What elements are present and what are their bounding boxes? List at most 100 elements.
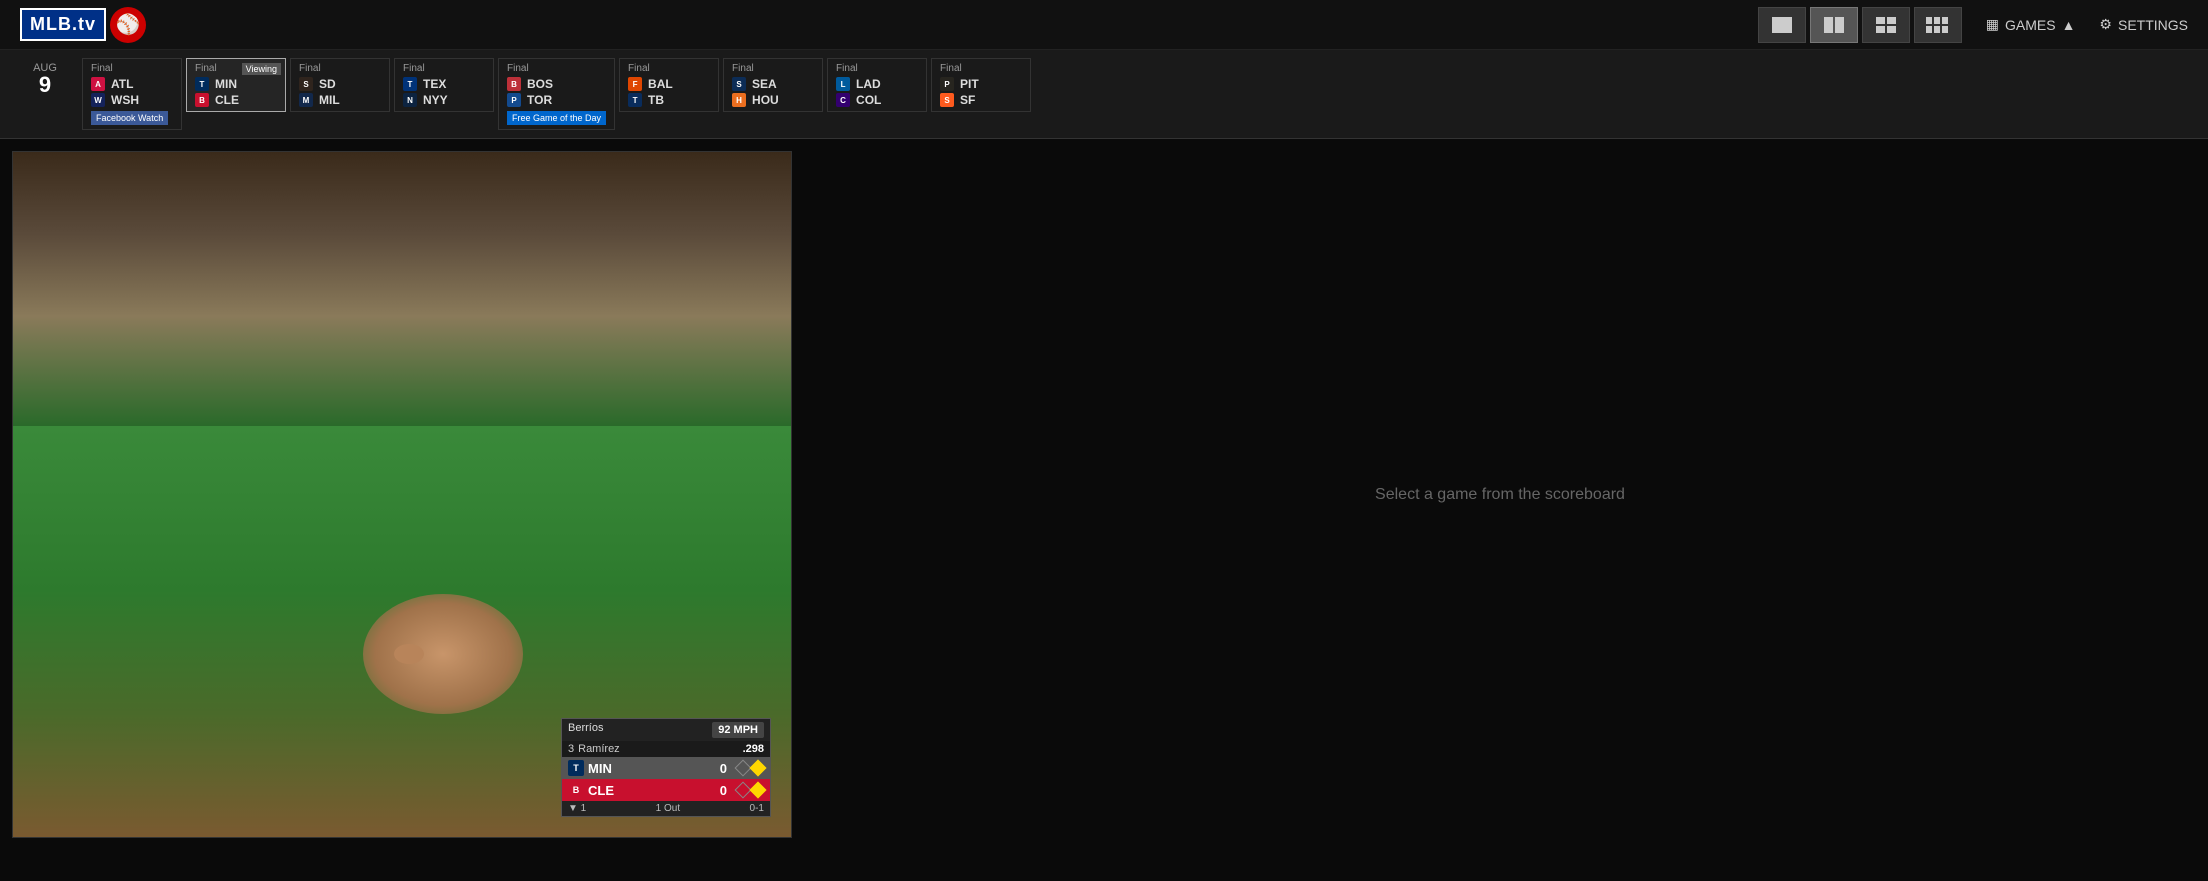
right-panel: Select a game from the scoreboard (792, 139, 2208, 850)
pitch-speed: 92 MPH (712, 722, 764, 738)
bases (737, 762, 764, 774)
game-team: S SD (299, 77, 381, 91)
game-card-tex-nyy[interactable]: Final T TEX N NYY (394, 58, 494, 112)
date-day: 9 (39, 74, 51, 96)
game-card-pit-sf[interactable]: Final P PIT S SF (931, 58, 1031, 112)
double-view-button[interactable] (1810, 7, 1858, 43)
pitcher-name: Berríos (568, 722, 603, 738)
team-abbr: SD (319, 77, 349, 91)
atl-logo: A (91, 77, 105, 91)
team-abbr: TEX (423, 77, 453, 91)
home-team-score: 0 (720, 783, 727, 798)
game-card-min-cle[interactable]: Final Viewing T MIN B CLE (186, 58, 286, 112)
game-team: S SF (940, 93, 1022, 107)
game-status: Final (940, 63, 1022, 74)
game-teams: S SD M MIL (299, 77, 381, 107)
header-nav: ▦ GAMES ▲ ⚙ SETTINGS (1758, 7, 2188, 43)
sf-logo: S (940, 93, 954, 107)
game-team: T TB (628, 93, 710, 107)
game-team: A ATL (91, 77, 173, 91)
quad-view-button[interactable] (1862, 7, 1910, 43)
free-game-badge: Free Game of the Day (507, 111, 606, 125)
base-empty (750, 782, 767, 799)
away-team-score: 0 (720, 761, 727, 776)
team-abbr: BAL (648, 77, 678, 91)
game-status: Final (836, 63, 918, 74)
cle-logo: B (195, 93, 209, 107)
batter-name: Ramírez (578, 743, 620, 755)
game-card-bal-tb[interactable]: Final F BAL T TB (619, 58, 719, 112)
sea-logo: S (732, 77, 746, 91)
gear-icon: ⚙ (2099, 16, 2112, 33)
game-team: L LAD (836, 77, 918, 91)
team-abbr: TB (648, 93, 678, 107)
home-team-row: B CLE 0 (562, 779, 770, 801)
game-team: P TOR (507, 93, 606, 107)
games-icon: ▦ (1986, 16, 1999, 33)
logo[interactable]: MLB.tv ⚾ (20, 7, 146, 43)
double-view-icon (1822, 15, 1846, 35)
team-abbr: BOS (527, 77, 557, 91)
cle-score-logo: B (568, 782, 584, 798)
game-teams: L LAD C COL (836, 77, 918, 107)
pit-logo: P (940, 77, 954, 91)
game-card-atl-wsh[interactable]: Final A ATL W WSH Facebook Watch (82, 58, 182, 130)
game-card-lad-col[interactable]: Final L LAD C COL (827, 58, 927, 112)
team-abbr: SF (960, 93, 990, 107)
team-abbr: NYY (423, 93, 453, 107)
game-status: Final (628, 63, 710, 74)
game-team: T MIN (195, 77, 277, 91)
away-team-row: T MIN 0 (562, 757, 770, 779)
settings-nav[interactable]: ⚙ SETTINGS (2099, 16, 2188, 33)
game-card-bos-tor[interactable]: Final B BOS P TOR Free Game of the Day (498, 58, 615, 130)
game-team: S SEA (732, 77, 814, 91)
game-status: Final (732, 63, 814, 74)
tb-logo: T (628, 93, 642, 107)
single-view-button[interactable] (1758, 7, 1806, 43)
hex-view-icon (1924, 15, 1952, 35)
game-team: P PIT (940, 77, 1022, 91)
view-layout-buttons (1758, 7, 1962, 43)
main-content: Berríos 92 MPH 3 Ramírez .298 T MIN 0 (0, 139, 2208, 850)
mil-logo: M (299, 93, 313, 107)
games-arrow-icon: ▲ (2062, 17, 2076, 33)
team-abbr: TOR (527, 93, 557, 107)
bases-home (737, 784, 764, 796)
logo-text: MLB.tv (20, 8, 106, 41)
team-abbr: MIL (319, 93, 349, 107)
col-logo: C (836, 93, 850, 107)
facebook-badge: Facebook Watch (91, 111, 168, 125)
select-game-message: Select a game from the scoreboard (1375, 486, 1625, 504)
pitcher-row: Berríos 92 MPH (562, 719, 770, 741)
hex-view-button[interactable] (1914, 7, 1962, 43)
inning-row: ▼ 1 1 Out 0-1 (562, 801, 770, 816)
game-team: F BAL (628, 77, 710, 91)
game-card-sd-mil[interactable]: Final S SD M MIL (290, 58, 390, 112)
batter-number: 3 (568, 743, 574, 755)
batter-row: 3 Ramírez .298 (562, 741, 770, 757)
game-status: Final (507, 63, 606, 74)
team-abbr: CLE (215, 93, 245, 107)
game-card-sea-hou[interactable]: Final S SEA H HOU (723, 58, 823, 112)
lad-logo: L (836, 77, 850, 91)
header: MLB.tv ⚾ (0, 0, 2208, 50)
game-teams: F BAL T TB (628, 77, 710, 107)
video-placeholder: Berríos 92 MPH 3 Ramírez .298 T MIN 0 (13, 152, 791, 837)
outs: 1 Out (656, 803, 680, 814)
game-teams: T MIN B CLE (195, 77, 277, 107)
single-view-icon (1770, 15, 1794, 35)
bal-logo: F (628, 77, 642, 91)
team-abbr: MIN (215, 77, 245, 91)
game-team: C COL (836, 93, 918, 107)
team-abbr: ATL (111, 77, 141, 91)
away-team-name: MIN (588, 761, 628, 776)
hou-logo: H (732, 93, 746, 107)
game-team: N NYY (403, 93, 485, 107)
batter-avg: .298 (743, 743, 764, 755)
tor-logo: P (507, 93, 521, 107)
team-abbr: PIT (960, 77, 990, 91)
wsh-logo: W (91, 93, 105, 107)
nyy-logo: N (403, 93, 417, 107)
games-nav[interactable]: ▦ GAMES ▲ (1986, 16, 2076, 33)
count: 0-1 (750, 803, 764, 814)
